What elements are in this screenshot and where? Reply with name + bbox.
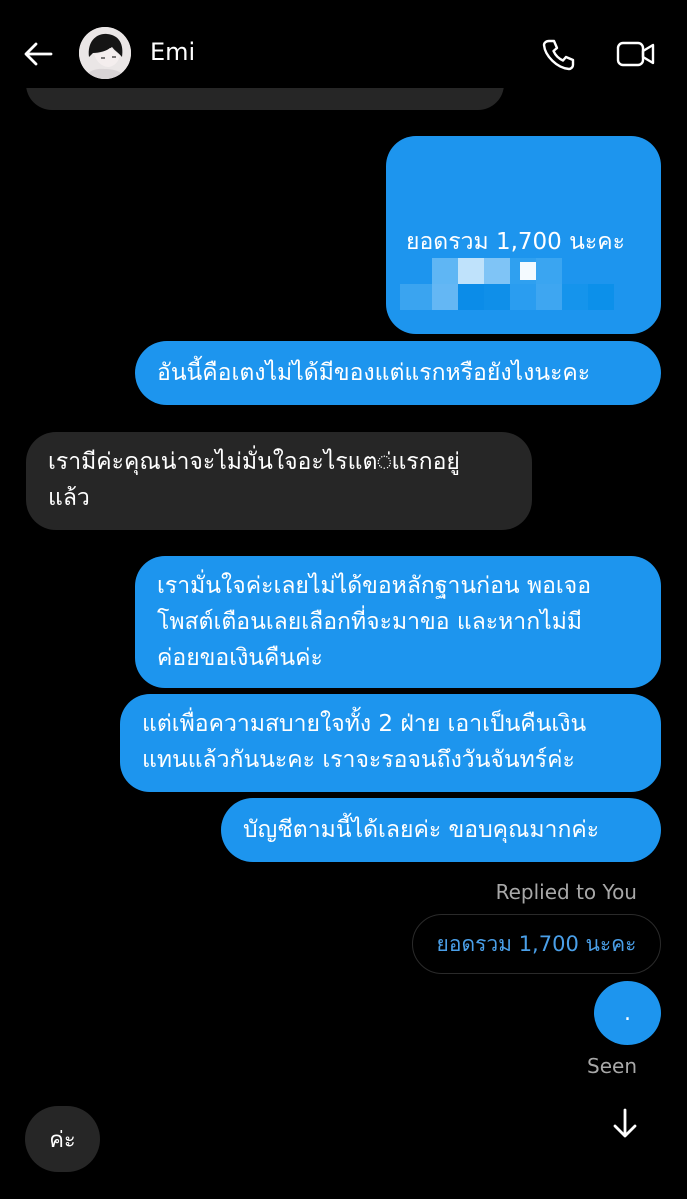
video-call-button[interactable] — [615, 36, 657, 72]
seen-status: Seen — [587, 1054, 637, 1078]
message-bubble-reply[interactable]: . — [594, 981, 661, 1045]
scroll-to-bottom-button[interactable] — [605, 1104, 645, 1144]
message-bubble[interactable]: แต่เพื่อความสบายใจทั้ง 2 ฝ่าย เอาเป็นคืน… — [120, 694, 661, 792]
call-button[interactable] — [540, 36, 576, 72]
chat-header: Emi — [0, 0, 687, 100]
message-bubble-incoming[interactable]: เรามีค่ะคุณน่าจะไม่มั่นใจอะไรแต◌่แรกอยู่… — [26, 432, 532, 530]
phone-icon — [542, 39, 575, 71]
quick-reply-button[interactable]: ค่ะ — [25, 1106, 100, 1172]
avatar-image — [79, 27, 131, 79]
message-bubble[interactable]: อันนี้คือเตงไม่ได้มีของแต่แรกหรือยังไงนะ… — [135, 341, 661, 405]
replied-to-label: Replied to You — [495, 880, 637, 904]
video-camera-icon — [616, 41, 655, 67]
quoted-message[interactable]: ยอดรวม 1,700 นะคะ — [412, 914, 661, 974]
contact-name[interactable]: Emi — [150, 38, 195, 66]
arrow-left-icon — [24, 42, 53, 66]
message-bubble-total[interactable]: ยอดรวม 1,700 นะคะ ​ พร้อมเพย์ — [386, 136, 661, 471]
blurred-account-number — [400, 258, 640, 324]
back-button[interactable] — [18, 34, 58, 74]
message-text: ยอดรวม 1,700 นะคะ — [406, 229, 625, 255]
message-bubble[interactable]: เรามั่นใจค่ะเลยไม่ได้ขอหลักฐานก่อน พอเจอ… — [135, 556, 661, 688]
avatar[interactable] — [79, 27, 131, 79]
message-bubble[interactable]: บัญชีตามนี้ได้เลยค่ะ ขอบคุณมากค่ะ — [221, 798, 661, 862]
arrow-down-icon — [613, 1108, 637, 1138]
